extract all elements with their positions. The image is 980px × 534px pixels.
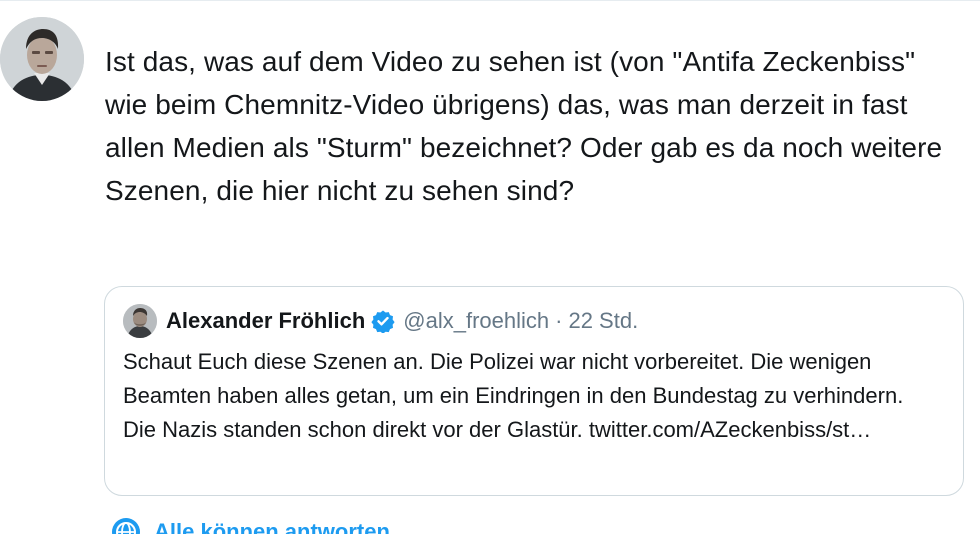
reply-settings[interactable]: Alle können antworten bbox=[112, 518, 390, 534]
quoted-tweet-card[interactable]: Alexander Fröhlich @alx_froehlich · 22 S… bbox=[104, 286, 964, 496]
quoted-tweet-text: Schaut Euch diese Szenen an. Die Polizei… bbox=[123, 349, 904, 442]
quoted-timestamp[interactable]: 22 Std. bbox=[568, 308, 638, 334]
tweet-text: Ist das, was auf dem Video zu sehen ist … bbox=[105, 46, 943, 206]
quoted-avatar-image bbox=[123, 304, 157, 338]
quoted-avatar[interactable] bbox=[123, 304, 157, 338]
globe-icon bbox=[112, 518, 140, 534]
tweet-screenshot: Ist das, was auf dem Video zu sehen ist … bbox=[0, 0, 980, 534]
avatar[interactable] bbox=[0, 17, 84, 101]
quoted-author-handle[interactable]: @alx_froehlich bbox=[403, 308, 549, 334]
separator-dot: · bbox=[555, 308, 563, 333]
divider bbox=[0, 0, 980, 1]
avatar-image bbox=[0, 17, 84, 101]
quoted-tweet-header: Alexander Fröhlich @alx_froehlich · 22 S… bbox=[123, 303, 638, 339]
quoted-author-name[interactable]: Alexander Fröhlich bbox=[166, 308, 365, 334]
reply-settings-label[interactable]: Alle können antworten bbox=[154, 519, 390, 534]
verified-badge-icon bbox=[371, 310, 395, 333]
